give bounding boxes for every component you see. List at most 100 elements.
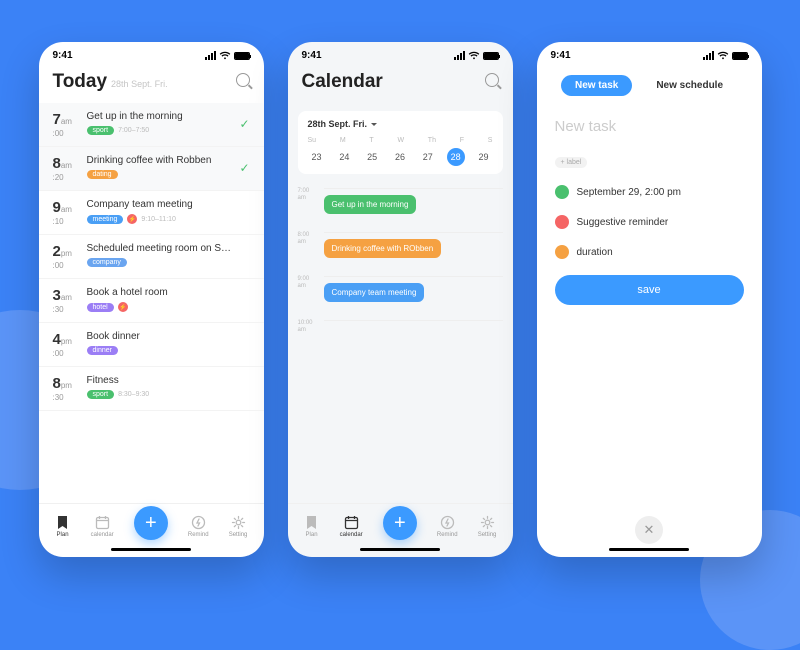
phone-new-task: 9:41 New task New schedule New task + la… (537, 42, 762, 557)
task-title: Get up in the morning (87, 111, 250, 122)
option-reminder[interactable]: Suggestive reminder (555, 215, 744, 229)
status-icons (205, 51, 250, 60)
nav-plan[interactable]: Plan (304, 514, 320, 538)
timeline: 7:00amGet up in the morning8:00amDrinkin… (288, 182, 513, 370)
task-item[interactable]: 4pm:00 Book dinner dinner (39, 323, 264, 367)
add-label-chip[interactable]: + label (555, 157, 588, 168)
check-icon: ✓ (239, 117, 249, 131)
task-range: 9:10–11:10 (141, 216, 176, 223)
timeline-event[interactable]: Get up in the morning (324, 195, 417, 214)
status-bar: 9:41 (39, 42, 264, 65)
option-icon (555, 215, 569, 229)
task-time: 8pm:30 (53, 375, 87, 402)
nav-remind[interactable]: Remind (437, 514, 458, 538)
nav-label: Remind (188, 532, 209, 538)
tab-new-schedule[interactable]: New schedule (642, 75, 737, 96)
calendar-icon (343, 514, 359, 530)
nav-setting[interactable]: Setting (229, 514, 248, 538)
slot-time: 7:00am (298, 188, 318, 232)
task-tag: sport (87, 126, 115, 135)
day-cell[interactable]: 27 (419, 148, 437, 166)
gear-icon (479, 514, 495, 530)
day-cell[interactable]: 23 (308, 148, 326, 166)
day-cell[interactable]: 26 (391, 148, 409, 166)
tab-new-task[interactable]: New task (561, 75, 632, 96)
task-title: Company team meeting (87, 199, 250, 210)
task-tag: dating (87, 170, 118, 179)
slot-time: 10:00am (298, 320, 318, 364)
timeline-event[interactable]: Drinking coffee with RObben (324, 239, 442, 258)
option-duration[interactable]: duration (555, 245, 744, 259)
slot-body (324, 320, 503, 364)
home-indicator (609, 548, 689, 551)
nav-plan[interactable]: Plan (55, 514, 71, 538)
nav-label: Setting (478, 532, 497, 538)
nav-label: calendar (91, 532, 114, 538)
task-title: Scheduled meeting room on S… (87, 243, 250, 254)
task-title: Book dinner (87, 331, 250, 342)
nav-label: Plan (306, 532, 318, 538)
nav-calendar[interactable]: calendar (91, 514, 114, 538)
task-item[interactable]: 9am:10 Company team meeting meeting⚡9:10… (39, 191, 264, 235)
task-item[interactable]: 8am:20 Drinking coffee with Robben datin… (39, 147, 264, 191)
battery-icon (234, 52, 250, 60)
option-datetime[interactable]: September 29, 2:00 pm (555, 185, 744, 199)
weekday-row: SuMTWThFS (308, 137, 493, 144)
task-title-input[interactable]: New task (555, 118, 744, 135)
home-indicator (360, 548, 440, 551)
save-button[interactable]: save (555, 275, 744, 305)
task-time: 8am:20 (53, 155, 87, 182)
task-title: Fitness (87, 375, 250, 386)
task-tabs: New task New schedule (537, 65, 762, 106)
date-selector[interactable]: 28th Sept. Fri. SuMTWThFS 23 24 25 26 27 28 29 (298, 111, 503, 174)
check-icon: ✓ (239, 161, 249, 175)
search-icon[interactable] (236, 73, 250, 87)
nav-setting[interactable]: Setting (478, 514, 497, 538)
alert-icon: ⚡ (118, 302, 128, 312)
option-icon (555, 185, 569, 199)
nav-label: Plan (57, 532, 69, 538)
nav-calendar[interactable]: calendar (340, 514, 363, 538)
task-tag: sport (87, 390, 115, 399)
task-time: 9am:10 (53, 199, 87, 226)
weekday: W (397, 137, 404, 144)
task-tag: meeting (87, 215, 124, 224)
task-time: 3am:30 (53, 287, 87, 314)
task-item[interactable]: 8pm:30 Fitness sport8:30–9:30 (39, 367, 264, 411)
task-title: Book a hotel room (87, 287, 250, 298)
bookmark-icon (304, 514, 320, 530)
wifi-icon (219, 51, 231, 60)
option-icon (555, 245, 569, 259)
timeline-event[interactable]: Company team meeting (324, 283, 425, 302)
search-icon[interactable] (485, 73, 499, 87)
day-cell[interactable]: 24 (335, 148, 353, 166)
wifi-icon (717, 51, 729, 60)
status-time: 9:41 (551, 50, 571, 61)
new-task-form: New task + label September 29, 2:00 pm Su… (537, 106, 762, 311)
nav-label: calendar (340, 532, 363, 538)
slot-body: Drinking coffee with RObben (324, 232, 503, 276)
bottom-nav: Plan calendar + Remind Setting (39, 503, 264, 544)
task-item[interactable]: 3am:30 Book a hotel room hotel⚡ (39, 279, 264, 323)
status-bar: 9:41 (288, 42, 513, 65)
selected-date: 28th Sept. Fri. (308, 119, 368, 129)
close-button[interactable]: ✕ (635, 516, 663, 544)
day-cell[interactable]: 29 (474, 148, 492, 166)
signal-icon (703, 51, 714, 60)
task-item[interactable]: 2pm:00 Scheduled meeting room on S… comp… (39, 235, 264, 279)
calendar-icon (94, 514, 110, 530)
weekday: Su (308, 137, 317, 144)
slot-body: Get up in the morning (324, 188, 503, 232)
day-row: 23 24 25 26 27 28 29 (308, 148, 493, 166)
add-button[interactable]: + (134, 506, 168, 540)
add-button[interactable]: + (383, 506, 417, 540)
wifi-icon (468, 51, 480, 60)
day-cell[interactable]: 28 (447, 148, 465, 166)
task-list: 7am:00 Get up in the morning sport7:00–7… (39, 103, 264, 503)
battery-icon (483, 52, 499, 60)
phone-calendar: 9:41 Calendar 28th Sept. Fri. SuMTWThFS … (288, 42, 513, 557)
day-cell[interactable]: 25 (363, 148, 381, 166)
task-item[interactable]: 7am:00 Get up in the morning sport7:00–7… (39, 103, 264, 147)
nav-remind[interactable]: Remind (188, 514, 209, 538)
page-title: Calendar (302, 71, 383, 93)
